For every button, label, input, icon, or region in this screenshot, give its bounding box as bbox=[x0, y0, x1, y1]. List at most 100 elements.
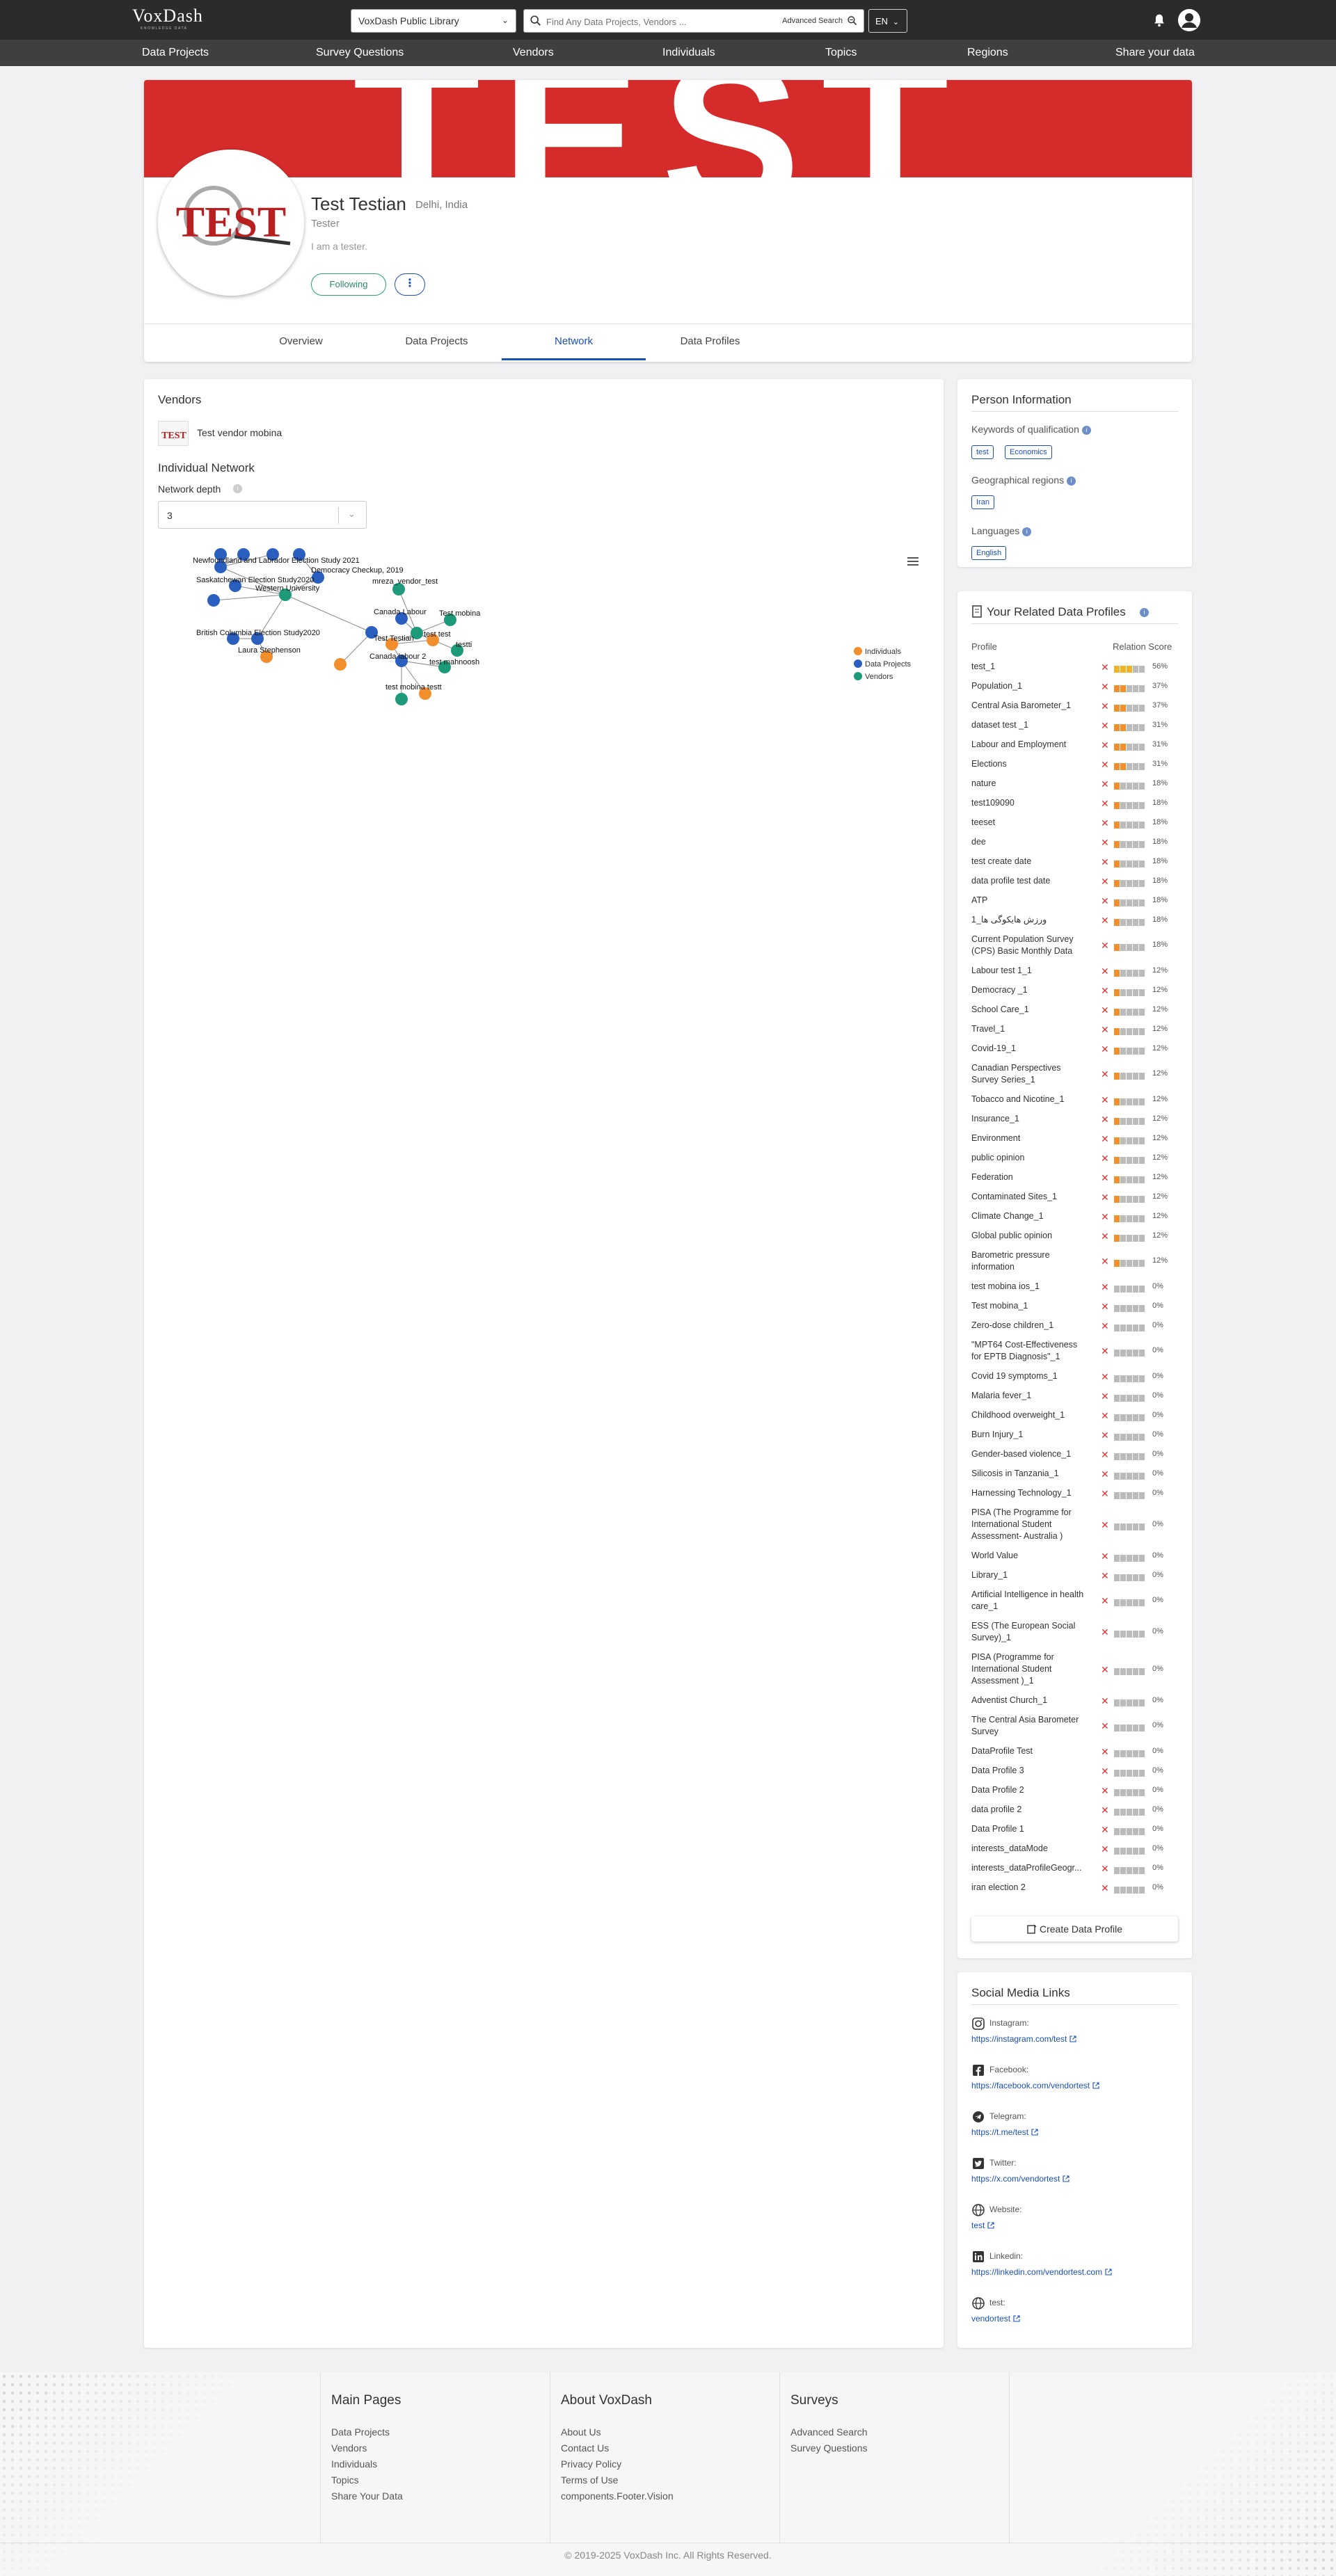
related-profile-name[interactable]: Burn Injury_1 bbox=[971, 1429, 1090, 1441]
remove-x-icon[interactable]: ✕ bbox=[1101, 1864, 1109, 1873]
remove-x-icon[interactable]: ✕ bbox=[1101, 1469, 1109, 1479]
nav-data-projects[interactable]: Data Projects bbox=[142, 47, 209, 59]
social-link[interactable]: https://facebook.com/vendortest bbox=[971, 2081, 1099, 2090]
related-profile-name[interactable]: Current Population Survey (CPS) Basic Mo… bbox=[971, 934, 1090, 957]
remove-x-icon[interactable]: ✕ bbox=[1101, 896, 1109, 906]
vendor-name-link[interactable]: Test vendor mobina bbox=[197, 427, 282, 438]
footer-link[interactable]: Individuals bbox=[331, 2458, 377, 2470]
footer-link[interactable]: Terms of Use bbox=[561, 2474, 618, 2486]
related-profile-name[interactable]: Global public opinion bbox=[971, 1230, 1090, 1242]
more-options-button[interactable]: ⋮ bbox=[395, 273, 425, 296]
advanced-search-link[interactable]: Advanced Search bbox=[782, 17, 843, 25]
remove-x-icon[interactable]: ✕ bbox=[1101, 1805, 1109, 1815]
related-profile-name[interactable]: Federation bbox=[971, 1171, 1090, 1183]
related-profile-name[interactable]: Malaria fever_1 bbox=[971, 1390, 1090, 1402]
remove-x-icon[interactable]: ✕ bbox=[1101, 1825, 1109, 1834]
footer-link[interactable]: Topics bbox=[331, 2474, 359, 2486]
remove-x-icon[interactable]: ✕ bbox=[1101, 1411, 1109, 1421]
related-profile-name[interactable]: Climate Change_1 bbox=[971, 1210, 1090, 1222]
remove-x-icon[interactable]: ✕ bbox=[1101, 1134, 1109, 1144]
remove-x-icon[interactable]: ✕ bbox=[1101, 1153, 1109, 1163]
related-profile-name[interactable]: Democracy _1 bbox=[971, 984, 1090, 996]
social-link[interactable]: vendortest bbox=[971, 2314, 1020, 2323]
region-chip[interactable]: Iran bbox=[971, 495, 994, 509]
remove-x-icon[interactable]: ✕ bbox=[1101, 1596, 1109, 1606]
remove-x-icon[interactable]: ✕ bbox=[1101, 941, 1109, 950]
remove-x-icon[interactable]: ✕ bbox=[1101, 1212, 1109, 1222]
related-profile-name[interactable]: Data Profile 1 bbox=[971, 1823, 1090, 1835]
related-profile-name[interactable]: Artificial Intelligence in health care_1 bbox=[971, 1589, 1090, 1613]
remove-x-icon[interactable]: ✕ bbox=[1101, 838, 1109, 847]
related-profile-name[interactable]: ESS (The European Social Survey)_1 bbox=[971, 1620, 1090, 1644]
related-profile-name[interactable]: test_1 bbox=[971, 661, 1090, 673]
language-chip[interactable]: English bbox=[971, 546, 1007, 560]
voxdash-logo[interactable]: VoxDash KNOWLEDGE DATA bbox=[132, 7, 216, 33]
related-profile-name[interactable]: World Value bbox=[971, 1550, 1090, 1562]
remove-x-icon[interactable]: ✕ bbox=[1101, 1114, 1109, 1124]
footer-link[interactable]: Privacy Policy bbox=[561, 2458, 621, 2470]
related-profile-name[interactable]: Childhood overweight_1 bbox=[971, 1409, 1090, 1421]
nav-vendors[interactable]: Vendors bbox=[513, 47, 554, 59]
create-data-profile-button[interactable]: Create Data Profile bbox=[971, 1917, 1178, 1942]
related-profile-name[interactable]: "MPT64 Cost-Effectiveness for EPTB Diagn… bbox=[971, 1339, 1090, 1363]
remove-x-icon[interactable]: ✕ bbox=[1101, 857, 1109, 867]
footer-link[interactable]: Survey Questions bbox=[790, 2442, 868, 2454]
related-profile-name[interactable]: Test mobina_1 bbox=[971, 1300, 1090, 1312]
related-profile-name[interactable]: Environment bbox=[971, 1133, 1090, 1144]
related-profile-name[interactable]: data profile test date bbox=[971, 875, 1090, 887]
related-profile-name[interactable]: test mobina ios_1 bbox=[971, 1281, 1090, 1293]
related-profile-name[interactable]: Adventist Church_1 bbox=[971, 1695, 1090, 1706]
related-profile-name[interactable]: nature bbox=[971, 778, 1090, 790]
remove-x-icon[interactable]: ✕ bbox=[1101, 1346, 1109, 1356]
remove-x-icon[interactable]: ✕ bbox=[1101, 1430, 1109, 1440]
remove-x-icon[interactable]: ✕ bbox=[1101, 740, 1109, 750]
remove-x-icon[interactable]: ✕ bbox=[1101, 1520, 1109, 1530]
related-profile-name[interactable]: Silicosis in Tanzania_1 bbox=[971, 1468, 1090, 1480]
remove-x-icon[interactable]: ✕ bbox=[1101, 915, 1109, 925]
related-profile-name[interactable]: Labour test 1_1 bbox=[971, 965, 1090, 977]
tab-overview[interactable]: Overview bbox=[230, 335, 372, 347]
remove-x-icon[interactable]: ✕ bbox=[1101, 1069, 1109, 1079]
footer-link[interactable]: Contact Us bbox=[561, 2442, 609, 2454]
remove-x-icon[interactable]: ✕ bbox=[1101, 1665, 1109, 1674]
related-profile-name[interactable]: Population_1 bbox=[971, 680, 1090, 692]
keyword-chip[interactable]: test bbox=[971, 445, 994, 459]
remove-x-icon[interactable]: ✕ bbox=[1101, 1627, 1109, 1637]
library-select[interactable]: VoxDash Public Library ⌄ bbox=[351, 9, 516, 33]
remove-x-icon[interactable]: ✕ bbox=[1101, 1372, 1109, 1382]
related-profile-name[interactable]: Elections bbox=[971, 758, 1090, 770]
footer-link[interactable]: Data Projects bbox=[331, 2426, 390, 2438]
social-link[interactable]: https://x.com/vendortest bbox=[971, 2174, 1069, 2184]
related-profile-name[interactable]: Canadian Perspectives Survey Series_1 bbox=[971, 1062, 1090, 1086]
related-profile-name[interactable]: interests_dataProfileGeogr... bbox=[971, 1862, 1090, 1874]
remove-x-icon[interactable]: ✕ bbox=[1101, 1571, 1109, 1581]
related-profile-name[interactable]: Data Profile 3 bbox=[971, 1765, 1090, 1777]
search-input[interactable] bbox=[546, 14, 762, 29]
nav-share-your-data[interactable]: Share your data bbox=[1115, 47, 1195, 59]
remove-x-icon[interactable]: ✕ bbox=[1101, 779, 1109, 789]
remove-x-icon[interactable]: ✕ bbox=[1101, 682, 1109, 691]
remove-x-icon[interactable]: ✕ bbox=[1101, 1095, 1109, 1105]
related-profile-name[interactable]: Library_1 bbox=[971, 1569, 1090, 1581]
related-profile-name[interactable]: dataset test _1 bbox=[971, 719, 1090, 731]
remove-x-icon[interactable]: ✕ bbox=[1101, 818, 1109, 828]
remove-x-icon[interactable]: ✕ bbox=[1101, 1173, 1109, 1183]
related-profile-name[interactable]: interests_dataMode bbox=[971, 1843, 1090, 1855]
remove-x-icon[interactable]: ✕ bbox=[1101, 701, 1109, 711]
nav-topics[interactable]: Topics bbox=[825, 47, 857, 59]
footer-link[interactable]: components.Footer.Vision bbox=[561, 2490, 674, 2502]
network-depth-select[interactable]: 3 ⌄ bbox=[158, 501, 367, 529]
remove-x-icon[interactable]: ✕ bbox=[1101, 1044, 1109, 1054]
bell-icon[interactable] bbox=[1152, 12, 1167, 29]
related-profile-name[interactable]: Data Profile 2 bbox=[971, 1784, 1090, 1796]
related-profile-name[interactable]: test create date bbox=[971, 856, 1090, 867]
remove-x-icon[interactable]: ✕ bbox=[1101, 1321, 1109, 1331]
related-profile-name[interactable]: DataProfile Test bbox=[971, 1745, 1090, 1757]
footer-link[interactable]: About Us bbox=[561, 2426, 601, 2438]
related-profile-name[interactable]: dee bbox=[971, 836, 1090, 848]
language-select[interactable]: EN ⌄ bbox=[868, 9, 907, 33]
remove-x-icon[interactable]: ✕ bbox=[1101, 1489, 1109, 1498]
related-profile-name[interactable]: Labour and Employment bbox=[971, 739, 1090, 751]
remove-x-icon[interactable]: ✕ bbox=[1101, 1025, 1109, 1034]
remove-x-icon[interactable]: ✕ bbox=[1101, 1450, 1109, 1459]
